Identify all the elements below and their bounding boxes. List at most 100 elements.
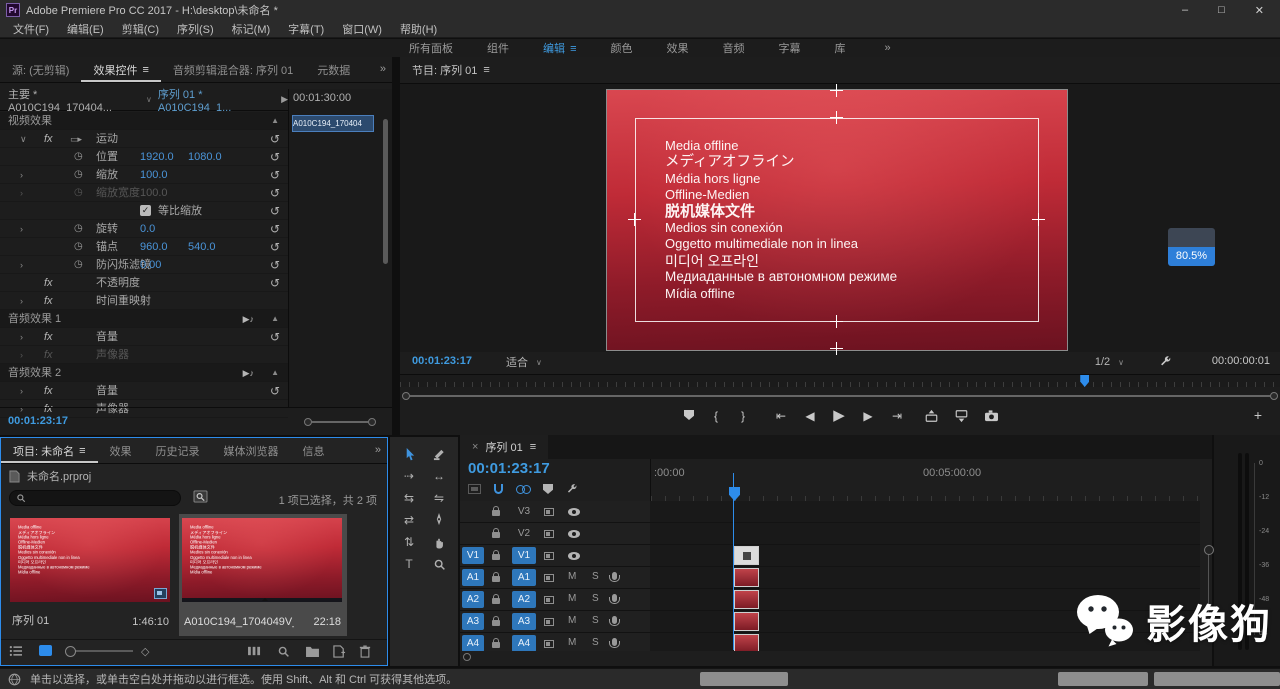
workspace-all-panels[interactable]: 所有面板 <box>392 40 470 56</box>
lift-button[interactable] <box>924 409 942 423</box>
media-offline-frame[interactable]: Media offline メディアオフライン Média hors ligne… <box>607 90 1067 350</box>
nest-sequence-icon[interactable] <box>468 484 481 494</box>
new-bin-button[interactable] <box>305 645 320 657</box>
track-target-v1[interactable]: V1 <box>512 547 536 564</box>
workspace-menu-icon[interactable]: ≡ <box>568 43 576 55</box>
pen-tool[interactable] <box>424 509 454 531</box>
timeline-tab-sequence-01[interactable]: × 序列 01 ≡ <box>460 435 548 459</box>
track-select-forward-tool[interactable]: ⇢ <box>394 465 424 487</box>
track-target-a3[interactable]: A3 <box>512 613 536 630</box>
eye-icon[interactable] <box>568 552 580 560</box>
zoom-level-dropdown[interactable]: 适合∨ <box>500 354 548 370</box>
stopwatch-icon[interactable]: ◷ <box>74 256 83 274</box>
horizontal-scrollbar[interactable] <box>312 421 368 423</box>
lock-icon[interactable] <box>492 620 500 626</box>
rate-stretch-tool[interactable]: ⇆ <box>394 487 424 509</box>
solo-button[interactable]: S <box>592 571 599 582</box>
audio-clip[interactable] <box>734 590 759 609</box>
clip-bar[interactable]: A010C194_170404 <box>292 115 374 132</box>
audio-clip[interactable] <box>734 634 759 651</box>
find-button[interactable] <box>277 645 290 658</box>
step-forward-button[interactable]: ▶ <box>859 409 877 423</box>
reset-icon[interactable]: ↺ <box>270 130 280 148</box>
play-audio-icon[interactable]: ▶♪ <box>243 364 254 382</box>
solo-button[interactable]: S <box>592 593 599 604</box>
tab-audio-clip-mixer[interactable]: 音频剪辑混合器: 序列 01 <box>161 57 305 82</box>
source-patch-a1[interactable]: A1 <box>462 569 484 586</box>
mic-icon[interactable] <box>612 616 617 624</box>
mute-button[interactable]: M <box>568 637 576 648</box>
menu-file[interactable]: 文件(F) <box>4 21 58 37</box>
param-value-y[interactable]: 540.0 <box>188 238 216 256</box>
reset-icon[interactable]: ↺ <box>270 202 280 220</box>
fx-badge-icon[interactable]: fx <box>44 274 53 292</box>
tab-effects[interactable]: 效果 <box>98 438 144 463</box>
workspace-assembly[interactable]: 组件 <box>470 40 526 56</box>
expand-icon[interactable]: › <box>20 220 23 238</box>
workspace-editing[interactable]: 编辑 ≡ <box>526 40 593 56</box>
reset-icon[interactable]: ↺ <box>270 220 280 238</box>
mic-icon[interactable] <box>612 638 617 646</box>
program-scrollbar[interactable] <box>410 395 1270 397</box>
menu-edit[interactable]: 编辑(E) <box>58 21 113 37</box>
transform-handle-top[interactable] <box>830 111 843 124</box>
param-value[interactable]: 100.0 <box>140 166 168 184</box>
expand-icon[interactable]: › <box>20 166 23 184</box>
workspace-overflow-icon[interactable]: » <box>884 42 890 54</box>
video-clip[interactable] <box>734 546 759 565</box>
param-value-y[interactable]: 1080.0 <box>188 148 222 166</box>
maximize-button[interactable]: □ <box>1218 4 1225 17</box>
program-playhead[interactable] <box>1080 375 1089 387</box>
icon-view-button[interactable] <box>39 645 52 656</box>
menu-window[interactable]: 窗口(W) <box>333 21 391 37</box>
sync-lock-icon[interactable] <box>544 508 554 516</box>
timeline-settings-wrench-icon[interactable] <box>566 483 578 495</box>
param-value[interactable]: 0.0 <box>140 220 155 238</box>
source-patch-a3[interactable]: A3 <box>462 613 484 630</box>
slip-tool[interactable]: ⇋ <box>424 487 454 509</box>
program-timecode[interactable]: 00:01:23:17 <box>412 355 472 367</box>
transform-handle-bottom[interactable] <box>830 315 843 328</box>
sequence-clip-selector[interactable]: 序列 01 * A010C194_1... <box>158 86 275 114</box>
solo-button[interactable]: S <box>592 615 599 626</box>
project-item-clip[interactable]: Media offlineメディアオフライン Média hors ligneO… <box>179 514 347 636</box>
hand-tool[interactable] <box>424 531 454 553</box>
close-tab-icon[interactable]: × <box>472 441 478 453</box>
add-marker-icon[interactable] <box>543 484 553 494</box>
transform-handle-edge-top[interactable] <box>830 84 843 97</box>
master-clip-selector[interactable]: 主要 * A010C194_170404... <box>0 86 140 114</box>
eye-icon[interactable] <box>568 508 580 516</box>
play-audio-icon[interactable]: ▶♪ <box>243 310 254 328</box>
search-box[interactable] <box>9 490 181 506</box>
timeline-playhead[interactable] <box>729 487 740 501</box>
collapse-icon[interactable]: ▲ <box>271 112 279 130</box>
panel-menu-icon[interactable]: ≡ <box>530 441 536 453</box>
search-input[interactable] <box>31 493 161 504</box>
reset-icon[interactable]: ↺ <box>270 274 280 292</box>
selection-tool[interactable] <box>394 443 424 465</box>
chevron-down-icon[interactable]: ∨ <box>140 95 158 104</box>
razor-tool[interactable] <box>424 443 454 465</box>
project-file-row[interactable]: 未命名.prproj <box>1 466 387 486</box>
close-button[interactable]: ✕ <box>1255 4 1264 17</box>
new-item-button[interactable] <box>333 645 346 658</box>
mute-button[interactable]: M <box>568 615 576 626</box>
shuttle-icon[interactable]: ◇ <box>141 645 149 658</box>
stopwatch-icon[interactable]: ◷ <box>74 166 83 184</box>
button-editor-plus-icon[interactable]: + <box>1254 407 1262 423</box>
uniform-scale-checkbox[interactable]: ✓ <box>140 205 151 216</box>
lock-icon[interactable] <box>492 554 500 560</box>
sync-lock-icon[interactable] <box>544 530 554 538</box>
tab-source-monitor[interactable]: 源: (无剪辑) <box>0 57 81 82</box>
clip-thumbnail[interactable]: Media offlineメディアオフライン Média hors ligneO… <box>182 518 342 602</box>
type-tool[interactable]: T <box>394 553 424 575</box>
collapse-icon[interactable]: ▲ <box>271 364 279 382</box>
solo-button[interactable]: S <box>592 637 599 648</box>
lock-icon[interactable] <box>492 510 500 516</box>
fx-badge-icon[interactable]: fx <box>44 130 53 148</box>
panel-menu-icon[interactable]: ≡ <box>79 445 85 457</box>
lock-icon[interactable] <box>492 598 500 604</box>
lock-icon[interactable] <box>492 532 500 538</box>
project-item-sequence[interactable]: Media offlineメディアオフライン Média hors ligneO… <box>7 514 175 636</box>
param-value-x[interactable]: 960.0 <box>140 238 168 256</box>
